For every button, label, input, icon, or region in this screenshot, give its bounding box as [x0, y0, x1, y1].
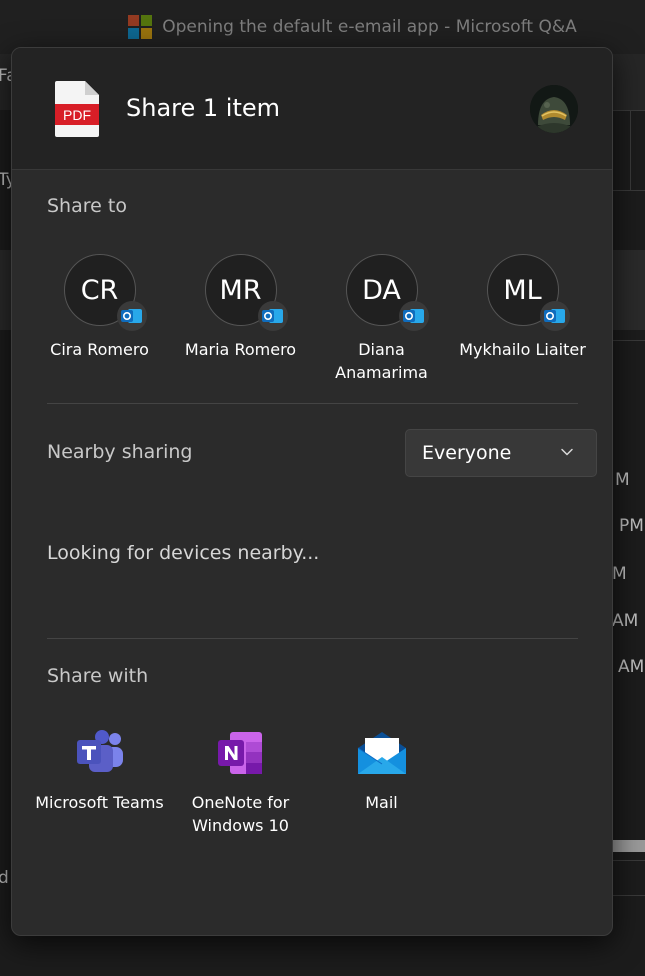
nearby-sharing-label: Nearby sharing	[47, 441, 193, 463]
contact-name: Maria Romero	[184, 340, 297, 359]
contact-name: Cira Romero	[50, 340, 149, 359]
share-dialog: PDF Share 1 item Share to CR Cira Romero	[11, 47, 613, 936]
background-window-title-text: Opening the default e-email app - Micros…	[162, 17, 577, 37]
mail-icon	[356, 728, 408, 778]
pdf-file-icon: PDF	[55, 81, 99, 137]
app-onenote[interactable]: OneNote for Windows 10	[170, 728, 311, 837]
apps-row: Microsoft Teams OneNote for Windows 10 M…	[29, 728, 452, 837]
background-scrollbar	[612, 840, 645, 852]
background-divider	[612, 190, 645, 191]
app-microsoft-teams[interactable]: Microsoft Teams	[29, 728, 170, 837]
share-dialog-title: Share 1 item	[126, 94, 281, 122]
chevron-down-icon	[561, 448, 573, 456]
background-window-titlebar: Opening the default e-email app - Micros…	[0, 0, 645, 54]
app-name: OneNote for Windows 10	[191, 793, 290, 835]
contact-initials: ML	[503, 274, 542, 306]
nearby-sharing-dropdown-value: Everyone	[422, 442, 512, 464]
contact-initials: DA	[362, 274, 401, 306]
contact-avatar: MR	[204, 254, 288, 331]
contacts-row: CR Cira Romero MR Maria Romero DA Diana …	[29, 254, 593, 384]
background-divider	[612, 110, 645, 111]
app-name: Mail	[365, 793, 398, 812]
contact-initials: MR	[219, 274, 262, 306]
app-name: Microsoft Teams	[35, 793, 164, 812]
contact-avatar: ML	[486, 254, 570, 331]
background-divider	[612, 895, 645, 896]
outlook-icon	[539, 301, 570, 331]
contact-cira-romero[interactable]: CR Cira Romero	[29, 254, 170, 384]
contact-initials: CR	[80, 274, 119, 306]
outlook-icon	[257, 301, 288, 331]
background-window-title: Opening the default e-email app - Micros…	[128, 15, 577, 39]
background-divider	[612, 340, 645, 341]
onenote-icon	[215, 728, 267, 778]
nearby-status-text: Looking for devices nearby...	[47, 542, 320, 564]
pdf-icon-label: PDF	[63, 107, 91, 123]
background-divider	[612, 860, 645, 861]
section-divider	[47, 638, 578, 639]
background-text: AM	[618, 657, 645, 677]
share-with-label: Share with	[47, 665, 149, 687]
contact-name: Diana Anamarima	[335, 340, 428, 382]
teams-icon	[74, 728, 126, 778]
outlook-icon	[116, 301, 147, 331]
background-text: AM	[612, 611, 639, 631]
microsoft-logo-icon	[128, 15, 153, 39]
contact-mykhailo-liaiter[interactable]: ML Mykhailo Liaiter	[452, 254, 593, 384]
background-text: M	[612, 564, 627, 584]
contact-maria-romero[interactable]: MR Maria Romero	[170, 254, 311, 384]
contact-diana-anamarima[interactable]: DA Diana Anamarima	[311, 254, 452, 384]
user-avatar-image	[530, 85, 578, 133]
nearby-sharing-dropdown[interactable]: Everyone	[405, 429, 597, 477]
contact-avatar: CR	[63, 254, 147, 331]
user-avatar[interactable]	[530, 85, 578, 133]
contact-name: Mykhailo Liaiter	[459, 340, 586, 359]
contact-avatar: DA	[345, 254, 429, 331]
background-text: d	[0, 868, 9, 888]
background-text: PM	[619, 516, 644, 536]
app-mail[interactable]: Mail	[311, 728, 452, 837]
background-divider	[630, 110, 631, 190]
background-text: M	[615, 470, 630, 490]
share-to-label: Share to	[47, 195, 127, 217]
section-divider	[47, 403, 578, 404]
outlook-icon	[398, 301, 429, 331]
share-dialog-header: PDF Share 1 item	[12, 48, 612, 170]
